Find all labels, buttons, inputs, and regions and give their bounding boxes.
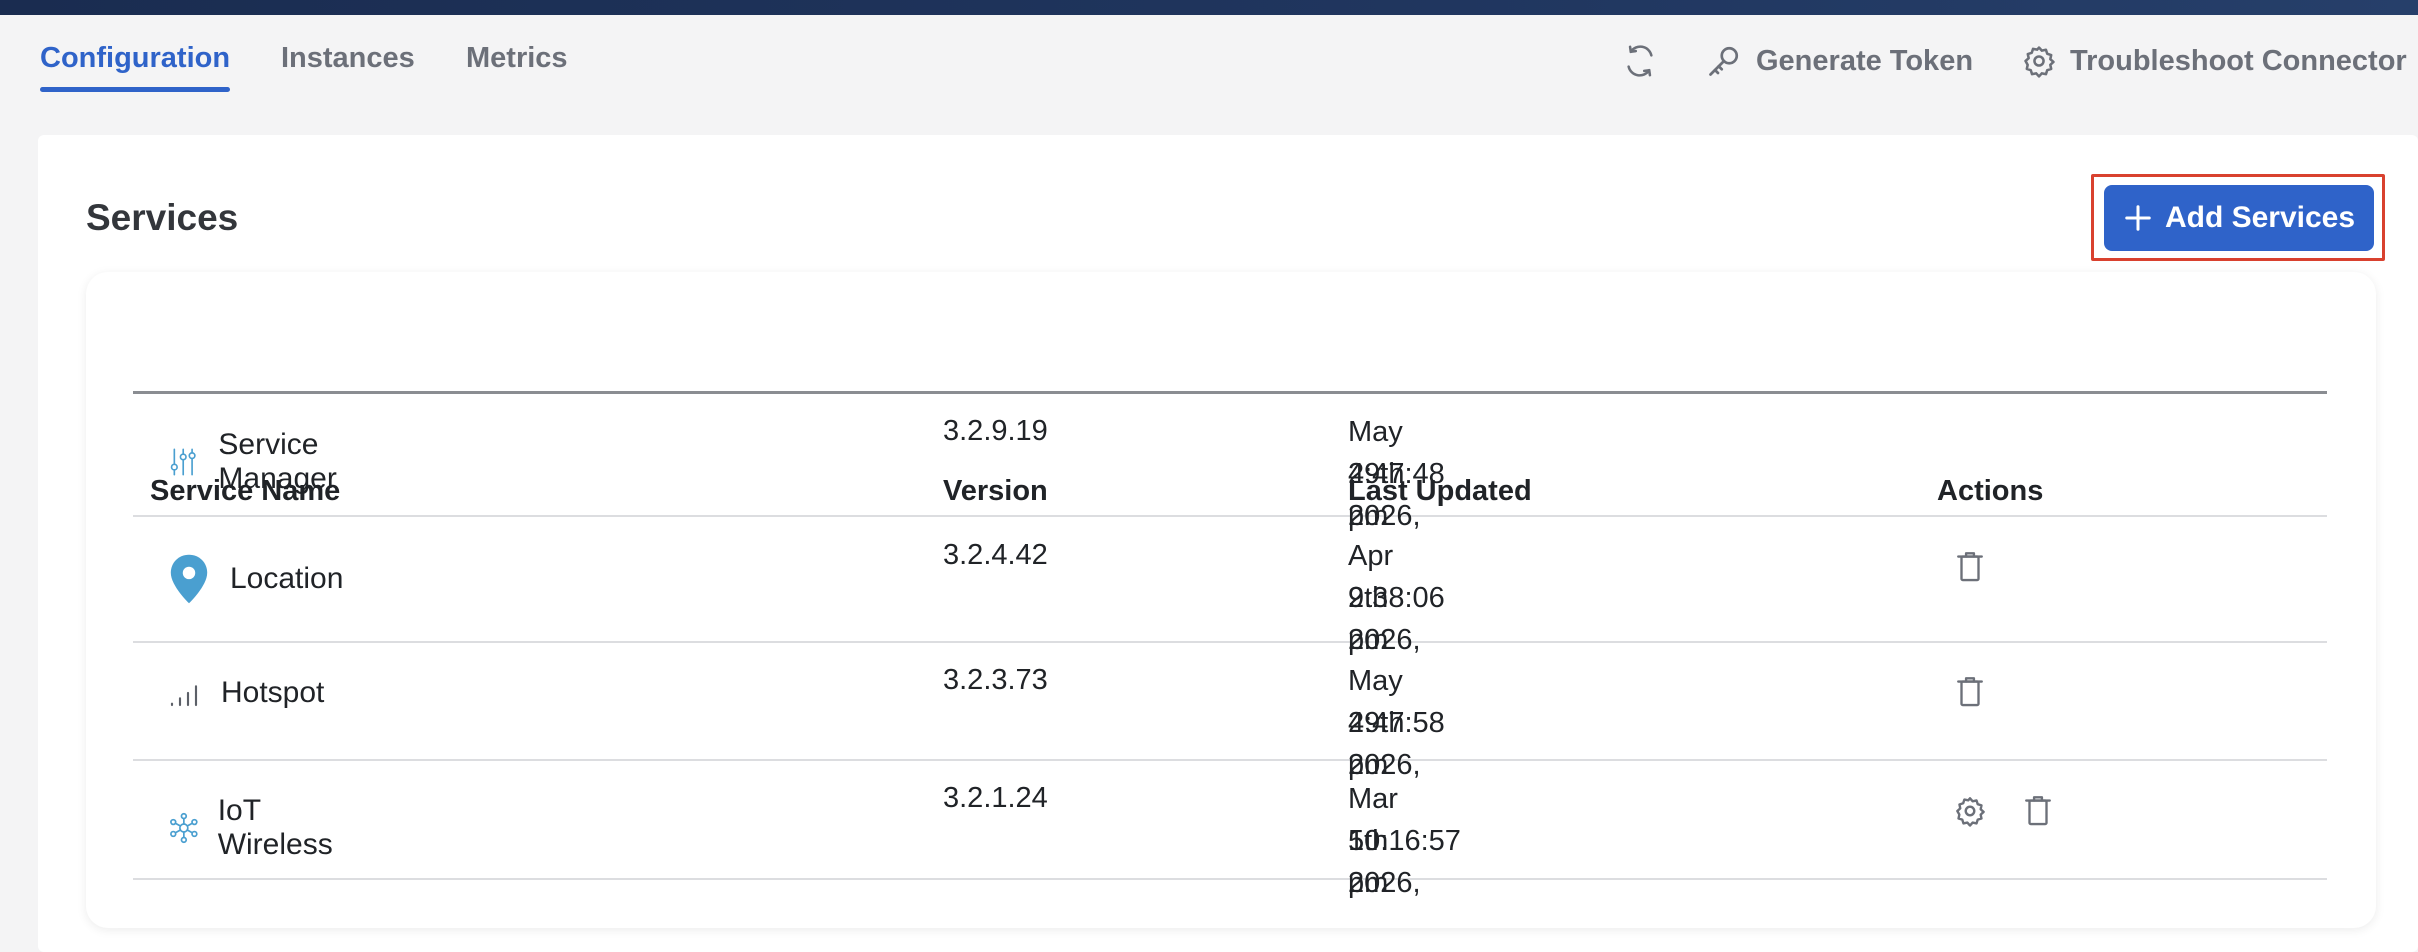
table-row bbox=[133, 517, 2327, 643]
version-cell: 3.2.9.19 bbox=[943, 415, 1048, 447]
signal-bars-icon bbox=[170, 685, 198, 707]
trash-icon bbox=[1957, 552, 1983, 582]
table-row bbox=[133, 393, 2327, 517]
tab-instances-label: Instances bbox=[281, 42, 415, 74]
gear-icon bbox=[2024, 46, 2055, 78]
tab-bar: Configuration Instances Metrics Generate… bbox=[0, 15, 2418, 135]
refresh-button[interactable] bbox=[1623, 43, 1657, 79]
troubleshoot-connector-label: Troubleshoot Connector bbox=[2070, 44, 2407, 77]
time-cell: 10:16:57 pm bbox=[1348, 825, 1461, 899]
table-row bbox=[133, 643, 2327, 761]
plus-icon bbox=[2125, 205, 2151, 231]
service-name: Hotspot bbox=[221, 676, 325, 709]
tab-configuration[interactable]: Configuration bbox=[40, 42, 231, 95]
service-name-cell: Hotspot bbox=[168, 676, 324, 710]
delete-button[interactable] bbox=[1954, 675, 1986, 714]
gear-icon bbox=[1956, 797, 1985, 827]
top-header-strip bbox=[0, 0, 2418, 15]
service-name: IoT Wireless bbox=[217, 794, 333, 861]
sliders-icon bbox=[170, 448, 196, 476]
active-tab-underline bbox=[40, 87, 231, 92]
tab-metrics[interactable]: Metrics bbox=[466, 43, 568, 95]
table-row bbox=[133, 761, 2327, 880]
troubleshoot-connector-button[interactable]: Troubleshoot Connector bbox=[2022, 43, 2407, 79]
generate-token-label: Generate Token bbox=[1756, 44, 1974, 77]
add-services-label: Add Services bbox=[2164, 201, 2356, 234]
version-cell: 3.2.3.73 bbox=[943, 664, 1048, 696]
service-name-cell: Service Manager bbox=[168, 428, 356, 496]
add-services-button[interactable]: Add Services bbox=[2104, 185, 2374, 251]
version-cell: 3.2.1.24 bbox=[943, 782, 1048, 814]
tab-instances[interactable]: Instances bbox=[281, 43, 415, 95]
key-icon bbox=[1709, 46, 1739, 76]
service-name: Service Manager bbox=[218, 428, 337, 495]
delete-button[interactable] bbox=[1954, 550, 1986, 589]
settings-button[interactable] bbox=[1954, 795, 1986, 832]
service-name-cell: IoT Wireless bbox=[168, 794, 343, 862]
network-hub-icon bbox=[170, 812, 198, 844]
service-name: Location bbox=[230, 562, 344, 595]
generate-token-button[interactable]: Generate Token bbox=[1706, 43, 1973, 79]
refresh-icon bbox=[1627, 45, 1653, 77]
tab-metrics-label: Metrics bbox=[466, 42, 568, 74]
delete-button[interactable] bbox=[2022, 794, 2054, 833]
section-title: Services bbox=[86, 197, 239, 238]
trash-icon bbox=[1957, 677, 1983, 707]
location-pin-icon bbox=[170, 554, 208, 604]
trash-icon bbox=[2025, 796, 2051, 826]
tab-configuration-label: Configuration bbox=[40, 42, 231, 74]
service-name-cell: Location bbox=[168, 553, 343, 605]
version-cell: 3.2.4.42 bbox=[943, 539, 1048, 571]
